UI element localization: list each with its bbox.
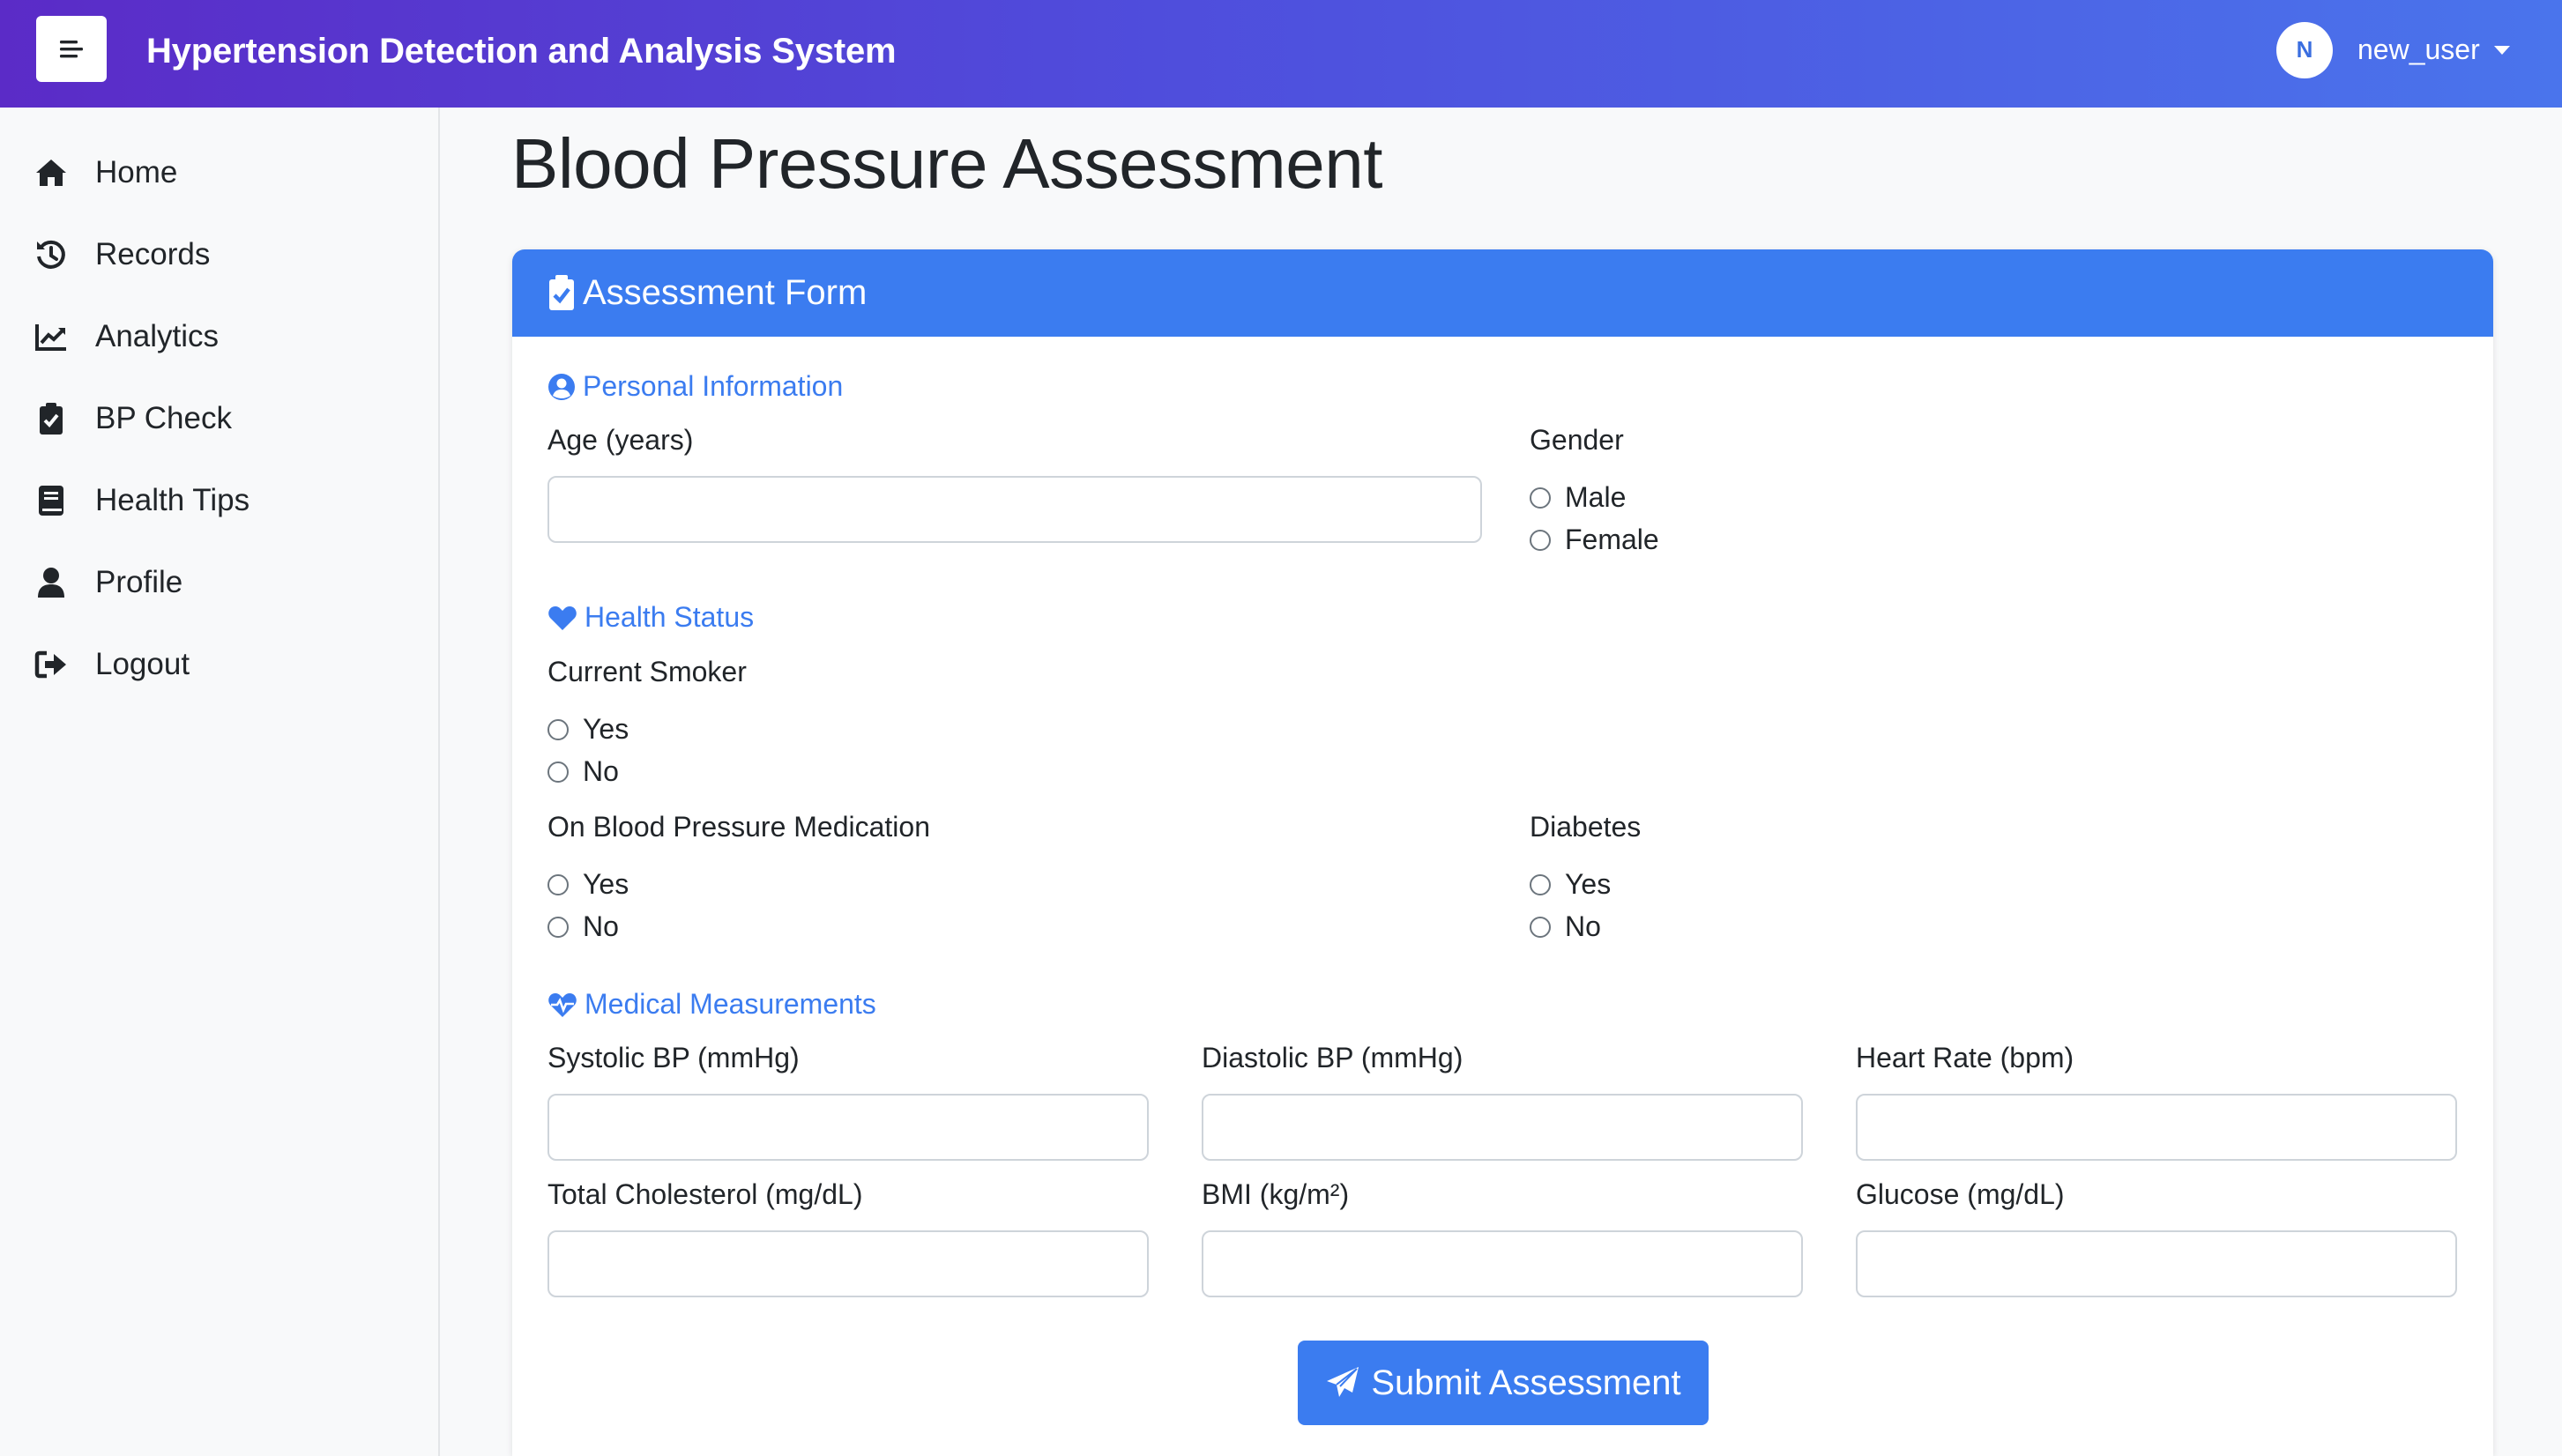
top-navbar: Hypertension Detection and Analysis Syst… [0,0,2562,108]
diabetes-yes-radio[interactable]: Yes [1530,868,1611,901]
submit-button-label: Submit Assessment [1371,1363,1681,1402]
bmi-label: BMI (kg/m²) [1202,1178,1350,1210]
section-title-text: Health Status [585,601,755,633]
menu-lines-icon [60,40,83,57]
radio-circle[interactable] [1530,487,1551,509]
assessment-form-card: Assessment Form Personal Information Age… [512,249,2493,1456]
radio-circle[interactable] [1530,916,1551,938]
card-header: Assessment Form [512,249,2493,337]
user-menu[interactable]: N new_user [2276,0,2510,100]
sidebar-item-analytics[interactable]: Analytics [0,301,438,372]
age-input[interactable] [547,476,1482,543]
sidebar-item-label: Logout [95,647,190,681]
card-title: Assessment Form [583,273,868,312]
sidebar-item-label: Health Tips [95,483,250,517]
sign-out-icon [34,647,69,682]
heartbeat-icon [548,992,577,1017]
smoker-yes-radio[interactable]: Yes [547,713,629,746]
user-circle-icon [548,373,575,400]
radio-label: Yes [583,713,629,745]
radio-circle[interactable] [547,761,569,783]
submit-assessment-button[interactable]: Submit Assessment [1298,1341,1709,1425]
sidebar-item-home[interactable]: Home [0,137,438,208]
radio-circle[interactable] [547,718,569,740]
section-personal-information: Personal Information [547,370,843,403]
page-title: Blood Pressure Assessment [511,124,1382,203]
diastolic-bp-input[interactable] [1202,1094,1803,1161]
menu-toggle-button[interactable] [36,16,107,82]
age-label: Age (years) [547,424,694,456]
cholesterol-input[interactable] [547,1230,1149,1297]
gender-male-radio[interactable]: Male [1530,481,1626,514]
section-title-text: Medical Measurements [585,988,876,1020]
clipboard-check-icon [547,274,576,316]
radio-label: No [583,755,619,787]
heart-icon [548,605,577,630]
gender-label: Gender [1530,424,1624,456]
radio-circle[interactable] [547,873,569,895]
section-medical-measurements: Medical Measurements [547,988,876,1021]
glucose-label: Glucose (mg/dL) [1856,1178,2065,1210]
home-icon [34,155,69,190]
glucose-input[interactable] [1856,1230,2457,1297]
bp-medication-label: On Blood Pressure Medication [547,811,930,843]
sidebar-item-health-tips[interactable]: Health Tips [0,465,438,536]
sidebar-item-label: Profile [95,565,183,599]
diabetes-label: Diabetes [1530,811,1642,843]
history-icon [34,237,69,272]
sidebar-item-label: Analytics [95,319,220,353]
username-label: new_user [2357,33,2480,65]
sidebar-item-label: Records [95,237,211,271]
bp-medication-no-radio[interactable]: No [547,910,619,943]
section-health-status: Health Status [547,601,754,634]
sidebar-item-profile[interactable]: Profile [0,547,438,618]
radio-label: Yes [583,868,629,900]
caret-down-icon [2493,45,2510,55]
sidebar: Home Records Analytics BP Check Health T… [0,108,440,1456]
heart-rate-label: Heart Rate (bpm) [1856,1042,2074,1073]
chart-line-icon [34,319,69,354]
app-brand-title[interactable]: Hypertension Detection and Analysis Syst… [146,0,897,102]
user-icon [34,565,69,600]
sidebar-item-records[interactable]: Records [0,219,438,290]
radio-label: Male [1565,481,1627,513]
radio-circle[interactable] [547,916,569,938]
sidebar-item-logout[interactable]: Logout [0,629,438,700]
cholesterol-label: Total Cholesterol (mg/dL) [547,1178,863,1210]
radio-label: Yes [1565,868,1612,900]
radio-circle[interactable] [1530,873,1551,895]
radio-label: No [583,910,619,942]
radio-circle[interactable] [1530,529,1551,551]
sidebar-item-label: Home [95,155,178,189]
book-icon [34,483,69,518]
radio-label: No [1565,910,1601,942]
heart-rate-input[interactable] [1856,1094,2457,1161]
sidebar-item-bp-check[interactable]: BP Check [0,383,438,454]
systolic-bp-label: Systolic BP (mmHg) [547,1042,800,1073]
radio-label: Female [1565,524,1659,555]
bp-medication-yes-radio[interactable]: Yes [547,868,629,901]
diabetes-no-radio[interactable]: No [1530,910,1601,943]
smoker-label: Current Smoker [547,656,747,687]
gender-female-radio[interactable]: Female [1530,524,1659,556]
systolic-bp-input[interactable] [547,1094,1149,1161]
section-title-text: Personal Information [583,370,844,402]
diastolic-bp-label: Diastolic BP (mmHg) [1202,1042,1463,1073]
avatar: N [2276,21,2333,78]
paper-plane-icon [1327,1367,1359,1397]
smoker-no-radio[interactable]: No [547,755,619,788]
sidebar-item-label: BP Check [95,401,232,435]
bmi-input[interactable] [1202,1230,1803,1297]
clipboard-check-icon [34,401,69,436]
